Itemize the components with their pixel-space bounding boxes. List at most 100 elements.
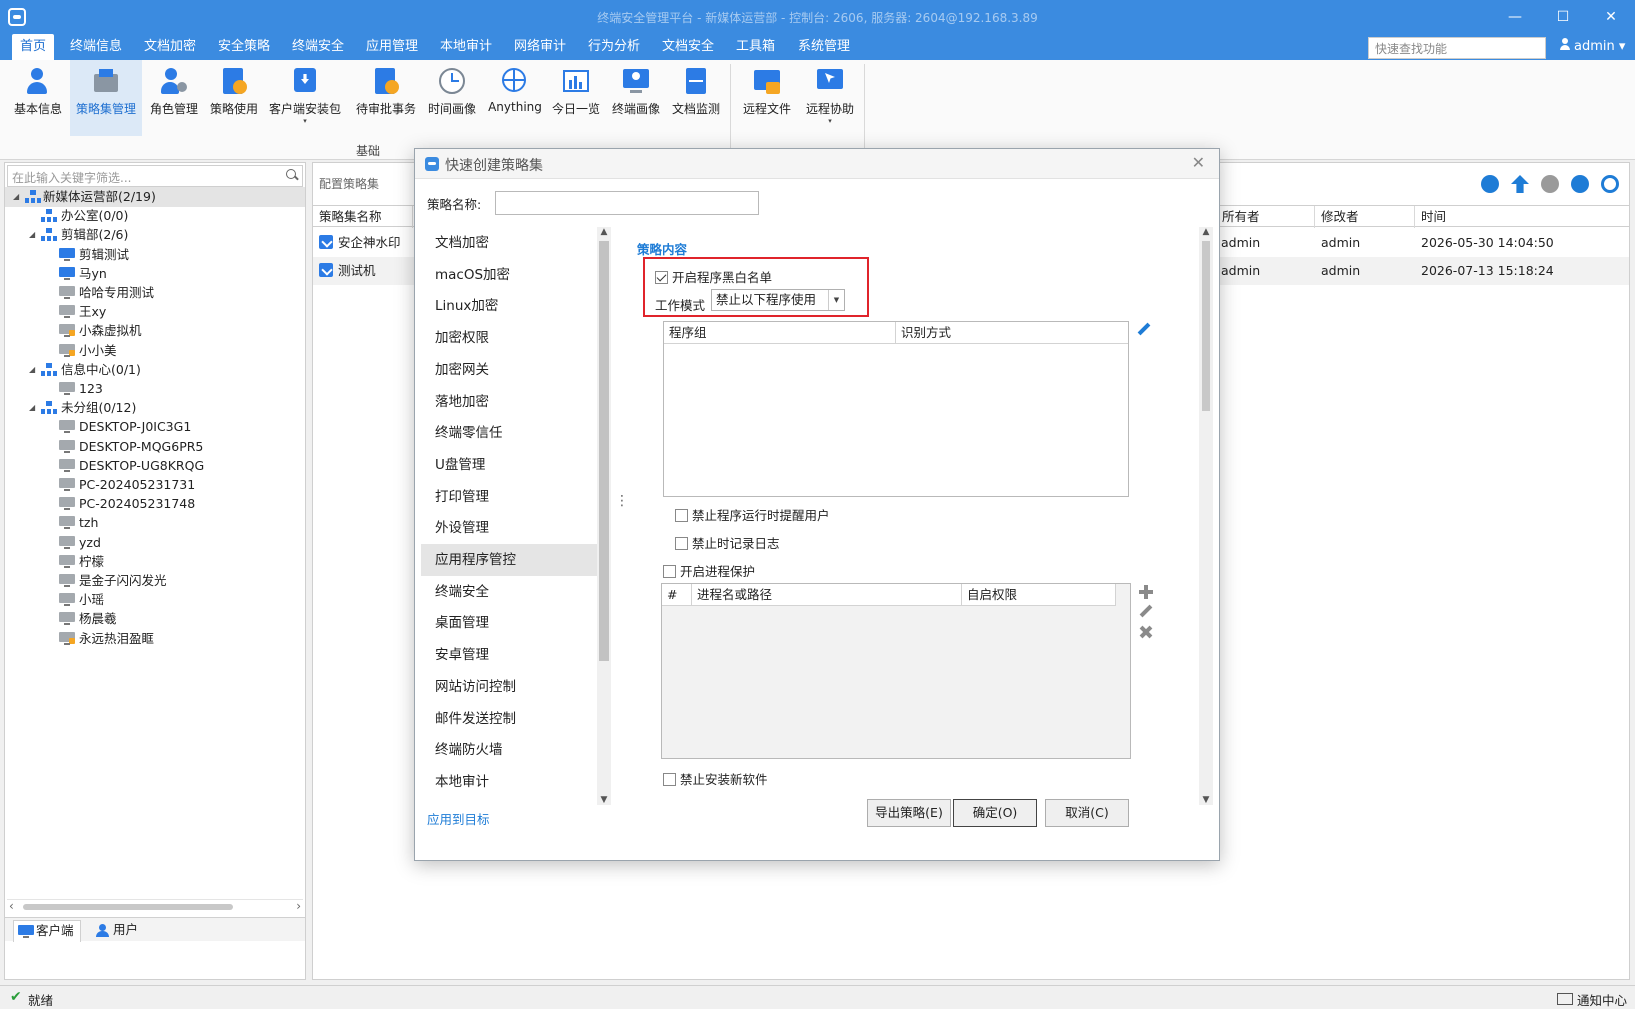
tree-terminal-node[interactable]: 哈哈专用测试 xyxy=(5,283,305,303)
scroll-thumb[interactable] xyxy=(23,904,233,910)
category-item[interactable]: Linux加密 xyxy=(421,290,601,322)
enable-blacklist-checkbox[interactable]: 开启程序黑白名单 xyxy=(655,267,772,286)
checkbox-unchecked[interactable] xyxy=(675,537,688,550)
remote-assist-dropdown-icon[interactable]: ▾ xyxy=(800,117,860,125)
tree-terminal-node[interactable]: PC-202405231731 xyxy=(5,475,305,495)
category-item[interactable]: 网站访问控制 xyxy=(421,671,601,703)
today-overview-button[interactable]: 今日一览 xyxy=(548,60,604,136)
menu-security-policy[interactable]: 安全策略 xyxy=(210,34,278,60)
ok-button[interactable]: 确定(O) xyxy=(953,799,1037,827)
tree-terminal-node[interactable]: yzd xyxy=(5,533,305,553)
col-index[interactable]: # xyxy=(662,584,692,606)
scroll-left-icon[interactable]: ‹ xyxy=(9,899,14,913)
client-installer-button[interactable]: 客户端安装包 ▾ xyxy=(266,60,344,136)
tree-terminal-node[interactable]: 王xy xyxy=(5,302,305,322)
category-item[interactable]: 加密权限 xyxy=(421,322,601,354)
refresh-icon[interactable] xyxy=(1601,175,1619,193)
tree-group-node[interactable]: ◢ 未分组(0/12) xyxy=(5,398,305,418)
menu-toolbox[interactable]: 工具箱 xyxy=(728,34,783,60)
pending-approval-button[interactable]: 待审批事务 xyxy=(352,60,420,136)
search-icon[interactable] xyxy=(286,169,298,181)
tree-group-node[interactable]: ◢ 信息中心(0/1) xyxy=(5,360,305,380)
basic-info-button[interactable]: 基本信息 xyxy=(8,60,68,136)
tree-filter-input[interactable]: 在此输入关键字筛选... xyxy=(7,165,303,187)
scroll-down-icon[interactable]: ▼ xyxy=(597,795,611,805)
tree-terminal-node[interactable]: DESKTOP-MQG6PR5 xyxy=(5,437,305,457)
category-item[interactable]: U盘管理 xyxy=(421,449,601,481)
remote-file-button[interactable]: 远程文件 xyxy=(738,60,796,136)
menu-local-audit[interactable]: 本地审计 xyxy=(432,34,500,60)
scroll-thumb[interactable] xyxy=(599,241,609,661)
quick-search-input[interactable]: 快速查找功能 xyxy=(1368,37,1546,59)
tree-terminal-node[interactable]: 小瑶 xyxy=(5,590,305,610)
tree-group-node[interactable]: ◢ 剪辑部(2/6) xyxy=(5,225,305,245)
tab-user[interactable]: 用户 xyxy=(91,920,144,942)
col-time[interactable]: 时间 xyxy=(1415,206,1627,228)
tree-terminal-node[interactable]: 永远热泪盈眶 xyxy=(5,629,305,649)
menu-doc-security[interactable]: 文档安全 xyxy=(654,34,722,60)
menu-home[interactable]: 首页 xyxy=(12,34,55,60)
tree-group-node[interactable]: 办公室(0/0) xyxy=(5,206,305,226)
col-owner[interactable]: 所有者 xyxy=(1215,206,1315,228)
tree-horizontal-scrollbar[interactable]: ‹ › xyxy=(7,899,303,913)
col-program-group[interactable]: 程序组 xyxy=(664,322,896,344)
menu-doc-encrypt[interactable]: 文档加密 xyxy=(136,34,204,60)
category-item[interactable]: 终端安全 xyxy=(421,576,601,608)
close-button[interactable]: ✕ xyxy=(1596,5,1626,29)
edit-pencil-icon[interactable] xyxy=(1137,323,1151,337)
minimize-button[interactable]: — xyxy=(1500,5,1530,29)
process-protect-grid[interactable]: # 进程名或路径 自启权限 xyxy=(661,583,1131,759)
tree-terminal-node[interactable]: tzh xyxy=(5,513,305,533)
tree-terminal-node[interactable]: 小小美 xyxy=(5,341,305,361)
expand-toggle-icon[interactable]: ◢ xyxy=(29,225,35,245)
menu-system-management[interactable]: 系统管理 xyxy=(790,34,858,60)
expand-toggle-icon[interactable]: ◢ xyxy=(29,398,35,418)
enable-process-protect-checkbox[interactable]: 开启进程保护 xyxy=(663,561,755,580)
tree-terminal-node[interactable]: PC-202405231748 xyxy=(5,494,305,514)
tab-client[interactable]: 客户端 xyxy=(13,920,81,942)
content-scrollbar[interactable]: ▲ ▼ xyxy=(1199,227,1213,805)
checkbox-checked[interactable] xyxy=(655,271,668,284)
col-modifier[interactable]: 修改者 xyxy=(1315,206,1415,228)
block-install-checkbox[interactable]: 禁止安装新软件 xyxy=(663,769,768,788)
remote-assist-button[interactable]: 远程协助 ▾ xyxy=(800,60,860,136)
category-item[interactable]: 桌面管理 xyxy=(421,607,601,639)
category-item[interactable]: 加密网关 xyxy=(421,354,601,386)
export-policy-button[interactable]: 导出策略(E) xyxy=(867,799,951,827)
col-autostart-permission[interactable]: 自启权限 xyxy=(962,584,1116,606)
checkbox-unchecked[interactable] xyxy=(663,773,676,786)
col-process-path[interactable]: 进程名或路径 xyxy=(692,584,962,606)
category-scrollbar[interactable]: ▲ ▼ xyxy=(597,227,611,805)
notify-on-block-checkbox[interactable]: 禁止程序运行时提醒用户 xyxy=(675,505,830,524)
scroll-up-icon[interactable]: ▲ xyxy=(597,227,611,237)
policy-usage-button[interactable]: 策略使用 xyxy=(206,60,262,136)
category-item[interactable]: 安卓管理 xyxy=(421,639,601,671)
tree-terminal-node[interactable]: 马yn xyxy=(5,264,305,284)
upload-icon[interactable] xyxy=(1511,175,1529,193)
category-item[interactable]: 邮件发送控制 xyxy=(421,703,601,735)
category-item[interactable]: 终端零信任 xyxy=(421,417,601,449)
tree-terminal-node[interactable]: 123 xyxy=(5,379,305,399)
cancel-button[interactable]: 取消(C) xyxy=(1045,799,1129,827)
client-installer-dropdown-icon[interactable]: ▾ xyxy=(266,117,344,125)
tree-terminal-node[interactable]: DESKTOP-J0IC3G1 xyxy=(5,417,305,437)
menu-app-management[interactable]: 应用管理 xyxy=(358,34,426,60)
add-process-icon[interactable] xyxy=(1139,585,1153,599)
work-mode-select[interactable]: 禁止以下程序使用 ▼ xyxy=(711,289,845,311)
policy-name-input[interactable] xyxy=(495,191,759,215)
category-item[interactable]: 应用程序管控 xyxy=(421,544,601,576)
menu-terminal-security[interactable]: 终端安全 xyxy=(284,34,352,60)
category-item[interactable]: 终端防火墙 xyxy=(421,734,601,766)
tree-group-node[interactable]: ◢ 新媒体运营部(2/19) xyxy=(5,187,305,207)
user-menu[interactable]: admin ▾ xyxy=(1560,38,1625,54)
add-icon[interactable] xyxy=(1571,175,1589,193)
category-item[interactable]: 落地加密 xyxy=(421,386,601,418)
policy-set-management-button[interactable]: 策略集管理 xyxy=(70,60,142,136)
checkbox-unchecked[interactable] xyxy=(675,509,688,522)
expand-toggle-icon[interactable]: ◢ xyxy=(29,360,35,380)
tree-terminal-node[interactable]: 是金子闪闪发光 xyxy=(5,571,305,591)
category-item[interactable]: 打印管理 xyxy=(421,481,601,513)
scroll-thumb[interactable] xyxy=(1202,241,1210,411)
checkbox-unchecked[interactable] xyxy=(663,565,676,578)
expand-toggle-icon[interactable]: ◢ xyxy=(13,187,19,207)
